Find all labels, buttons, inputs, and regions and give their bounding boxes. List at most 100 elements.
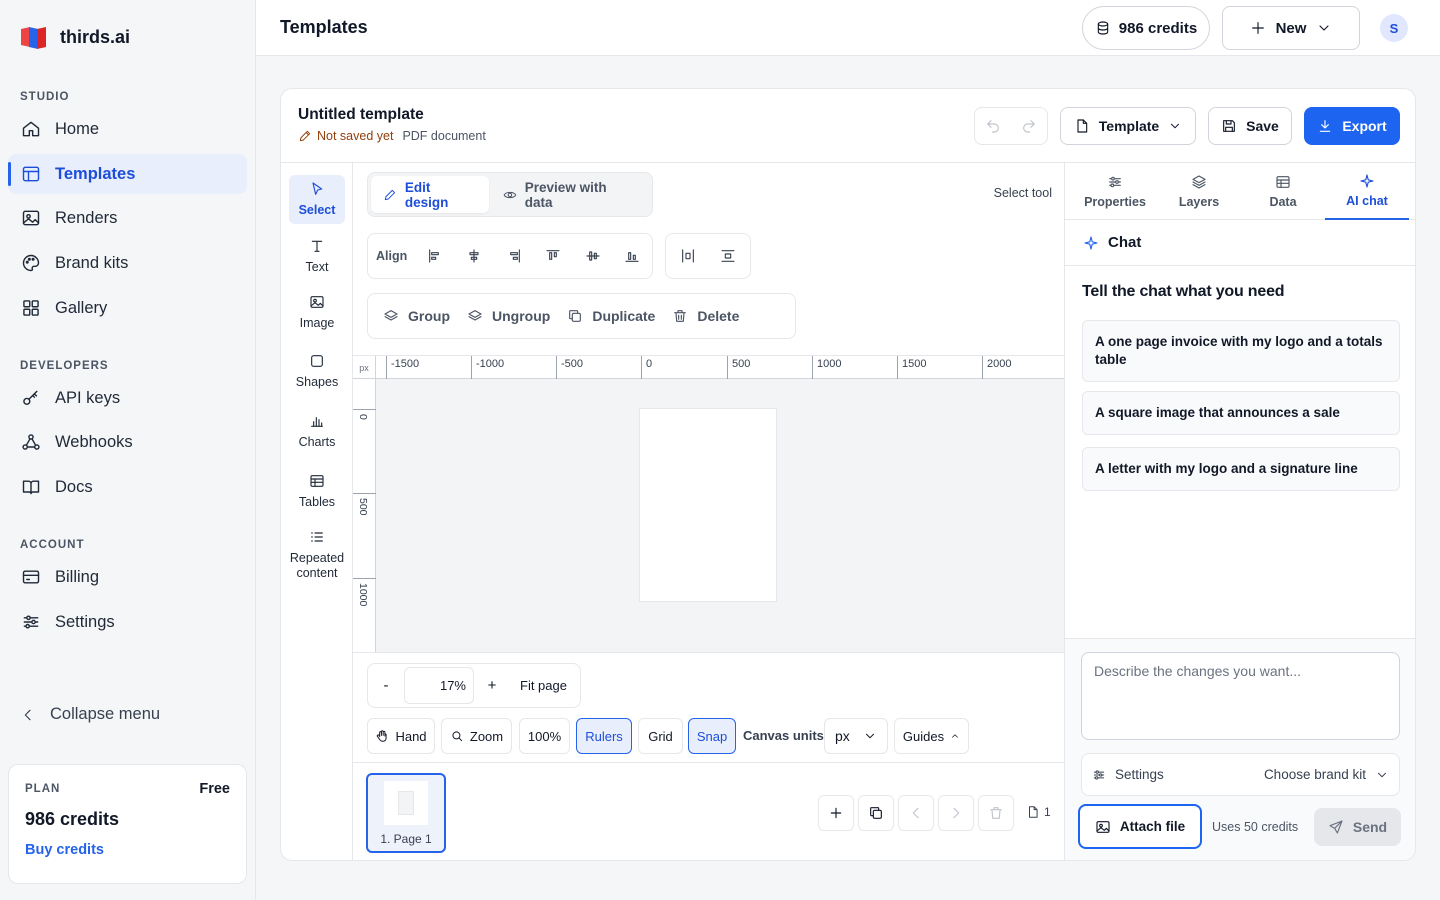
chat-header: Chat	[1065, 220, 1415, 266]
new-label: New	[1275, 19, 1307, 37]
ungroup-label: Ungroup	[492, 308, 551, 324]
rulers-label: Rulers	[585, 728, 623, 744]
tab-label: Properties	[1084, 195, 1146, 209]
ruler-unit: px	[353, 356, 376, 379]
zoom-tool-button[interactable]: Zoom	[441, 718, 512, 754]
guides-button[interactable]: Guides	[894, 718, 969, 754]
distribute-vertical-button[interactable]	[708, 238, 748, 274]
tool-repeated-content[interactable]: Repeated content	[289, 529, 345, 581]
sliders-icon	[1109, 176, 1121, 188]
duplicate-page-button[interactable]	[858, 795, 894, 831]
ungroup-button[interactable]: Ungroup	[465, 308, 565, 324]
sidebar-item-label: Billing	[55, 567, 100, 586]
send-button[interactable]: Send	[1314, 808, 1401, 846]
mode-switch: Edit design Preview with data	[367, 172, 653, 217]
sidebar-item-renders[interactable]: Renders	[8, 198, 247, 238]
zoom-100-button[interactable]: 100%	[519, 718, 570, 754]
distribute-vertical-icon	[721, 250, 735, 262]
group-button[interactable]: Group	[368, 308, 465, 324]
sidebar-item-webhooks[interactable]: Webhooks	[8, 422, 247, 462]
layers-icon	[384, 310, 398, 321]
canvas-stage[interactable]	[376, 379, 1064, 652]
webhook-icon	[22, 434, 40, 450]
align-center-vertical-icon	[586, 251, 600, 261]
align-left-icon	[429, 249, 439, 263]
delete-page-button[interactable]	[978, 795, 1014, 831]
rulers-toggle[interactable]: Rulers	[576, 718, 632, 754]
sidebar-item-settings[interactable]: Settings	[8, 602, 247, 642]
tool-image[interactable]: Image	[289, 294, 345, 331]
sidebar-item-billing[interactable]: Billing	[8, 557, 247, 597]
snap-toggle[interactable]: Snap	[688, 718, 736, 754]
sidebar-item-gallery[interactable]: Gallery	[8, 288, 247, 328]
next-page-button[interactable]	[938, 795, 974, 831]
tool-select[interactable]: Select	[289, 175, 345, 224]
sidebar-item-home[interactable]: Home	[8, 109, 247, 149]
tool-charts[interactable]: Charts	[289, 413, 345, 450]
chat-input[interactable]	[1081, 652, 1400, 740]
export-button[interactable]: Export	[1304, 107, 1400, 145]
plan-tier: Free	[199, 781, 230, 797]
collapse-menu-button[interactable]: Collapse menu	[20, 705, 160, 724]
grid-toggle[interactable]: Grid	[638, 718, 683, 754]
section-label-developers: DEVELOPERS	[20, 360, 109, 372]
tab-data[interactable]: Data	[1241, 163, 1325, 220]
zoom-label: Zoom	[469, 728, 504, 744]
delete-button[interactable]: Delete	[670, 308, 754, 324]
edit-design-tab[interactable]: Edit design	[371, 176, 489, 213]
template-menu-button[interactable]: Template	[1060, 107, 1196, 145]
sidebar-item-brand-kits[interactable]: Brand kits	[8, 243, 247, 283]
document-title[interactable]: Untitled template	[298, 106, 424, 124]
brand[interactable]: thirds.ai	[20, 24, 130, 50]
align-bottom-button[interactable]	[613, 238, 652, 274]
align-right-icon	[509, 249, 520, 263]
brand-kit-select[interactable]: Choose brand kit	[1264, 767, 1389, 782]
align-top-button[interactable]	[534, 238, 573, 274]
zoom-value-input[interactable]: 17%	[404, 667, 474, 704]
sidebar-item-templates[interactable]: Templates	[8, 154, 247, 194]
align-left-button[interactable]	[415, 238, 454, 274]
page-thumbnail[interactable]: 1. Page 1	[366, 773, 446, 853]
fit-page-button[interactable]: Fit page	[510, 678, 567, 693]
tool-shapes[interactable]: Shapes	[289, 353, 345, 390]
preview-with-data-tab[interactable]: Preview with data	[491, 176, 649, 213]
tab-layers[interactable]: Layers	[1157, 163, 1241, 220]
zoom-in-button[interactable]: +	[474, 677, 510, 694]
buy-credits-link[interactable]: Buy credits	[25, 842, 104, 858]
chat-settings-row[interactable]: Settings Choose brand kit	[1081, 753, 1400, 796]
distribute-horizontal-button[interactable]	[668, 238, 708, 274]
sidebar-item-label: Webhooks	[55, 432, 133, 451]
tab-ai-chat[interactable]: AI chat	[1325, 163, 1409, 220]
previous-page-button[interactable]	[898, 795, 934, 831]
duplicate-button[interactable]: Duplicate	[565, 308, 670, 324]
credits-button[interactable]: 986 credits	[1082, 6, 1210, 50]
image-icon	[310, 296, 324, 308]
avatar[interactable]: S	[1380, 14, 1408, 42]
align-center-h-button[interactable]	[455, 238, 494, 274]
add-page-button[interactable]	[818, 795, 854, 831]
tab-properties[interactable]: Properties	[1073, 163, 1157, 220]
right-panel: Properties Layers Data AI chat Chat Tell…	[1064, 163, 1415, 860]
chat-prompt: Tell the chat what you need	[1082, 283, 1285, 300]
redo-icon[interactable]	[1021, 118, 1037, 134]
chat-suggestion[interactable]: A square image that announces a sale	[1082, 391, 1400, 435]
canvas-units-select[interactable]: px	[824, 718, 888, 754]
chat-suggestion[interactable]: A one page invoice with my logo and a to…	[1082, 320, 1400, 382]
sidebar-item-api-keys[interactable]: API keys	[8, 378, 247, 418]
undo-icon[interactable]	[985, 118, 1001, 134]
chevron-right-icon	[953, 807, 960, 819]
chat-suggestion[interactable]: A letter with my logo and a signature li…	[1082, 447, 1400, 491]
canvas-page[interactable]	[640, 409, 776, 601]
save-button[interactable]: Save	[1208, 107, 1292, 145]
hand-tool-button[interactable]: Hand	[367, 718, 435, 754]
align-right-button[interactable]	[494, 238, 533, 274]
new-button[interactable]: New	[1222, 6, 1360, 50]
attach-file-button[interactable]: Attach file	[1078, 804, 1202, 849]
align-middle-button[interactable]	[573, 238, 612, 274]
zoom-out-button[interactable]: -	[368, 677, 404, 694]
database-icon	[1097, 21, 1109, 35]
sidebar-item-docs[interactable]: Docs	[8, 467, 247, 507]
horizontal-ruler: px -1500 -1000 -500 0 500 1000 1500 2000	[353, 355, 1064, 379]
tool-text[interactable]: Text	[289, 238, 345, 275]
tool-tables[interactable]: Tables	[289, 473, 345, 510]
